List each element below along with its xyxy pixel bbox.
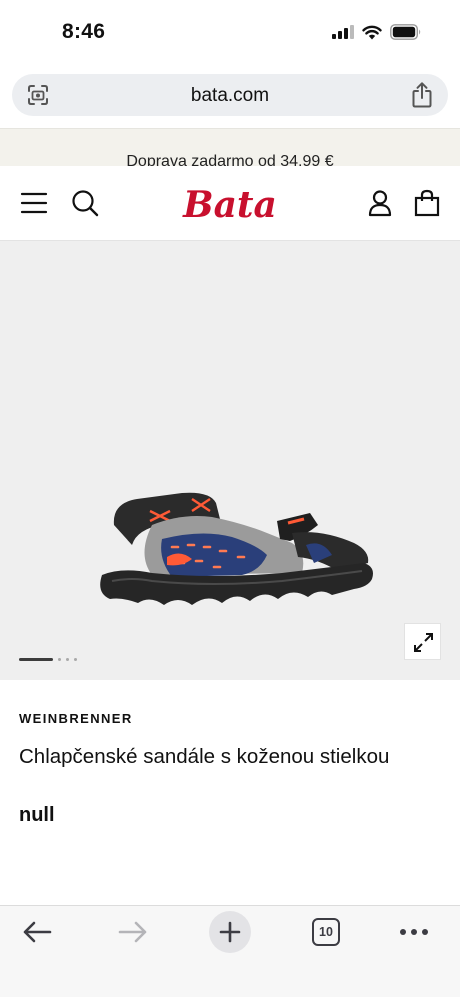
more-button[interactable]: [399, 914, 429, 950]
tabs-button[interactable]: 10: [311, 914, 341, 950]
more-icon: [400, 929, 428, 935]
svg-text:Bata: Bata: [182, 184, 277, 226]
pagination-dot[interactable]: [66, 657, 69, 661]
bata-logo[interactable]: Bata: [164, 182, 296, 226]
browser-address-area: bata.com: [0, 66, 460, 128]
pagination-dot[interactable]: [58, 657, 61, 661]
pagination-dot[interactable]: [74, 657, 77, 661]
share-icon[interactable]: [410, 81, 434, 109]
battery-icon: [390, 24, 421, 40]
product-brand[interactable]: WEINBRENNER: [19, 711, 133, 726]
search-icon[interactable]: [71, 189, 99, 217]
status-bar: 8:46: [0, 0, 460, 66]
address-bar[interactable]: bata.com: [12, 74, 448, 116]
product-gallery[interactable]: [0, 241, 460, 680]
url-text: bata.com: [190, 85, 270, 106]
new-tab-button[interactable]: [209, 911, 251, 953]
bag-icon[interactable]: [413, 189, 441, 217]
product-image[interactable]: [92, 463, 378, 613]
forward-button[interactable]: [118, 914, 148, 950]
tabs-icon: 10: [312, 918, 340, 946]
gallery-pagination[interactable]: [19, 657, 77, 661]
forward-icon: [118, 921, 147, 943]
product-title: Chlapčenské sandále s koženou stielkou: [19, 745, 390, 768]
status-time: 8:46: [62, 20, 106, 43]
wifi-icon: [362, 25, 382, 39]
back-icon: [23, 921, 52, 943]
back-button[interactable]: [22, 914, 52, 950]
status-icons: [332, 24, 422, 40]
site-header: Bata: [0, 166, 460, 241]
promo-banner[interactable]: Doprava zadarmo od 34,99 €: [0, 128, 460, 166]
menu-icon[interactable]: [20, 189, 48, 217]
account-icon[interactable]: [366, 189, 394, 217]
promo-text: Doprava zadarmo od 34,99 €: [126, 153, 334, 166]
new-tab-icon: [219, 921, 241, 943]
signal-icon: [332, 25, 354, 39]
browser-toolbar: 10: [0, 905, 460, 997]
product-price: null: [19, 804, 55, 826]
expand-button[interactable]: [404, 623, 441, 660]
expand-icon: [414, 633, 433, 652]
pagination-dot-active[interactable]: [19, 657, 53, 661]
